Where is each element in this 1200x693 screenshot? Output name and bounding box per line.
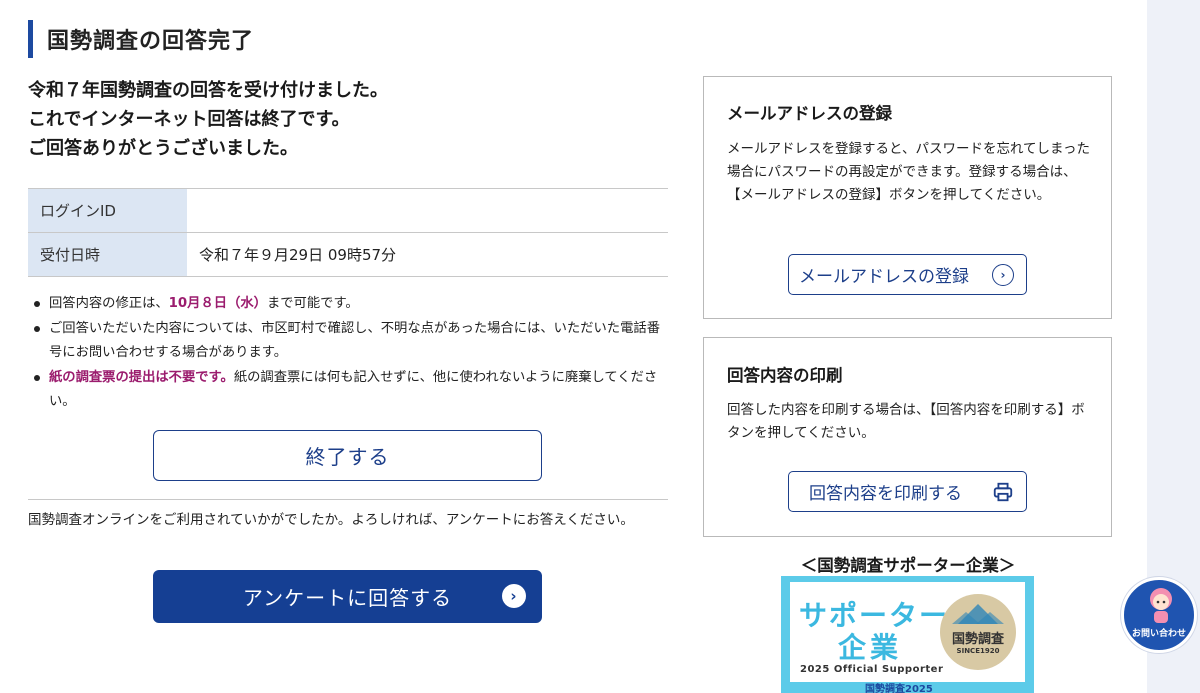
table-row: 受付日時 令和７年９月29日 09時57分 xyxy=(28,232,668,277)
mail-registration-panel: メールアドレスの登録 メールアドレスを登録すると、パスワードを忘れてしまった場合… xyxy=(703,76,1112,319)
note-text: まで可能です。 xyxy=(266,296,359,311)
supporter-banner[interactable]: サポーター 企業 2025 Official Supporter 国勢調査 SI… xyxy=(781,576,1034,693)
intro-line: ご回答ありがとうございました。 xyxy=(28,138,298,159)
census-seal-logo: 国勢調査 SINCE1920 xyxy=(940,594,1016,670)
print-button-label: 回答内容を印刷する xyxy=(809,484,962,504)
page-title: 国勢調査の回答完了 xyxy=(47,29,255,54)
login-id-label: ログインID xyxy=(28,188,187,233)
print-button[interactable]: 回答内容を印刷する xyxy=(788,471,1027,512)
print-panel-heading: 回答内容の印刷 xyxy=(727,366,843,385)
mountain-icon xyxy=(952,604,1004,624)
help-label: お問い合わせ xyxy=(1131,629,1186,639)
intro-line: これでインターネット回答は終了です。 xyxy=(28,109,350,130)
list-item: 紙の調査票の提出は不要です。紙の調査票には何も記入せずに、他に使われないように廃… xyxy=(32,366,664,414)
printer-icon xyxy=(993,482,1013,502)
note-text: 回答内容の修正は、 xyxy=(49,296,169,311)
help-contact-button[interactable]: お問い合わせ xyxy=(1121,577,1197,653)
banner-line2: 企業 xyxy=(838,631,903,664)
mail-panel-body: メールアドレスを登録すると、パスワードを忘れてしまった場合にパスワードの再設定が… xyxy=(727,141,1091,203)
list-item: 回答内容の修正は、10月８日（水）まで可能です。 xyxy=(32,292,664,316)
seal-text: 国勢調査 xyxy=(951,632,1004,647)
survey-button[interactable]: アンケートに回答する › xyxy=(153,570,542,623)
list-item: ご回答いただいた内容については、市区町村で確認し、不明な点があった場合には、いた… xyxy=(32,317,664,365)
print-panel-body: 回答した内容を印刷する場合は、【回答内容を印刷する】ボタンを押してください。 xyxy=(727,402,1085,441)
end-button-label: 終了する xyxy=(305,445,390,469)
title-accent-bar xyxy=(28,20,33,58)
intro-message: 令和７年国勢調査の回答を受け付けました。 これでインターネット回答は終了です。 … xyxy=(28,76,388,163)
intro-line: 令和７年国勢調査の回答を受け付けました。 xyxy=(28,80,388,101)
chevron-right-circle-icon: › xyxy=(992,264,1014,286)
seal-subtext: SINCE1920 xyxy=(956,647,1000,655)
banner-inner: サポーター 企業 2025 Official Supporter 国勢調査 SI… xyxy=(790,582,1025,682)
note-text: ご回答いただいた内容については、市区町村で確認し、不明な点があった場合には、いた… xyxy=(49,321,660,360)
banner-line3: 2025 Official Supporter xyxy=(800,664,944,675)
received-date-value: 令和７年９月29日 09時57分 xyxy=(187,232,668,277)
end-button[interactable]: 終了する xyxy=(153,430,542,481)
mail-panel-heading: メールアドレスの登録 xyxy=(727,104,892,123)
survey-prompt: 国勢調査オンラインをご利用されていかがでしたか。よろしければ、アンケートにお答え… xyxy=(28,512,634,528)
chevron-right-circle-icon: › xyxy=(502,584,526,608)
page-title-block: 国勢調査の回答完了 xyxy=(28,20,254,58)
deadline-highlight: 10月８日（水） xyxy=(168,296,267,311)
print-panel: 回答内容の印刷 回答した内容を印刷する場合は、【回答内容を印刷する】ボタンを押し… xyxy=(703,337,1112,537)
table-row: ログインID xyxy=(28,188,668,233)
receipt-info-table: ログインID 受付日時 令和７年９月29日 09時57分 xyxy=(28,188,668,277)
mail-register-button-label: メールアドレスの登録 xyxy=(799,267,969,287)
supporter-heading: ＜国勢調査サポーター企業＞ xyxy=(800,556,1016,575)
mail-register-button[interactable]: メールアドレスの登録 › xyxy=(788,254,1027,295)
banner-footer: 国勢調査2025 xyxy=(865,684,933,693)
paper-form-highlight: 紙の調査票の提出は不要です。 xyxy=(49,370,234,385)
divider xyxy=(28,499,668,500)
help-character-icon xyxy=(1150,588,1172,623)
survey-button-label: アンケートに回答する xyxy=(242,586,453,610)
login-id-value xyxy=(187,188,668,233)
received-date-label: 受付日時 xyxy=(28,232,187,277)
notes-list: 回答内容の修正は、10月８日（水）まで可能です。 ご回答いただいた内容については… xyxy=(32,292,664,415)
